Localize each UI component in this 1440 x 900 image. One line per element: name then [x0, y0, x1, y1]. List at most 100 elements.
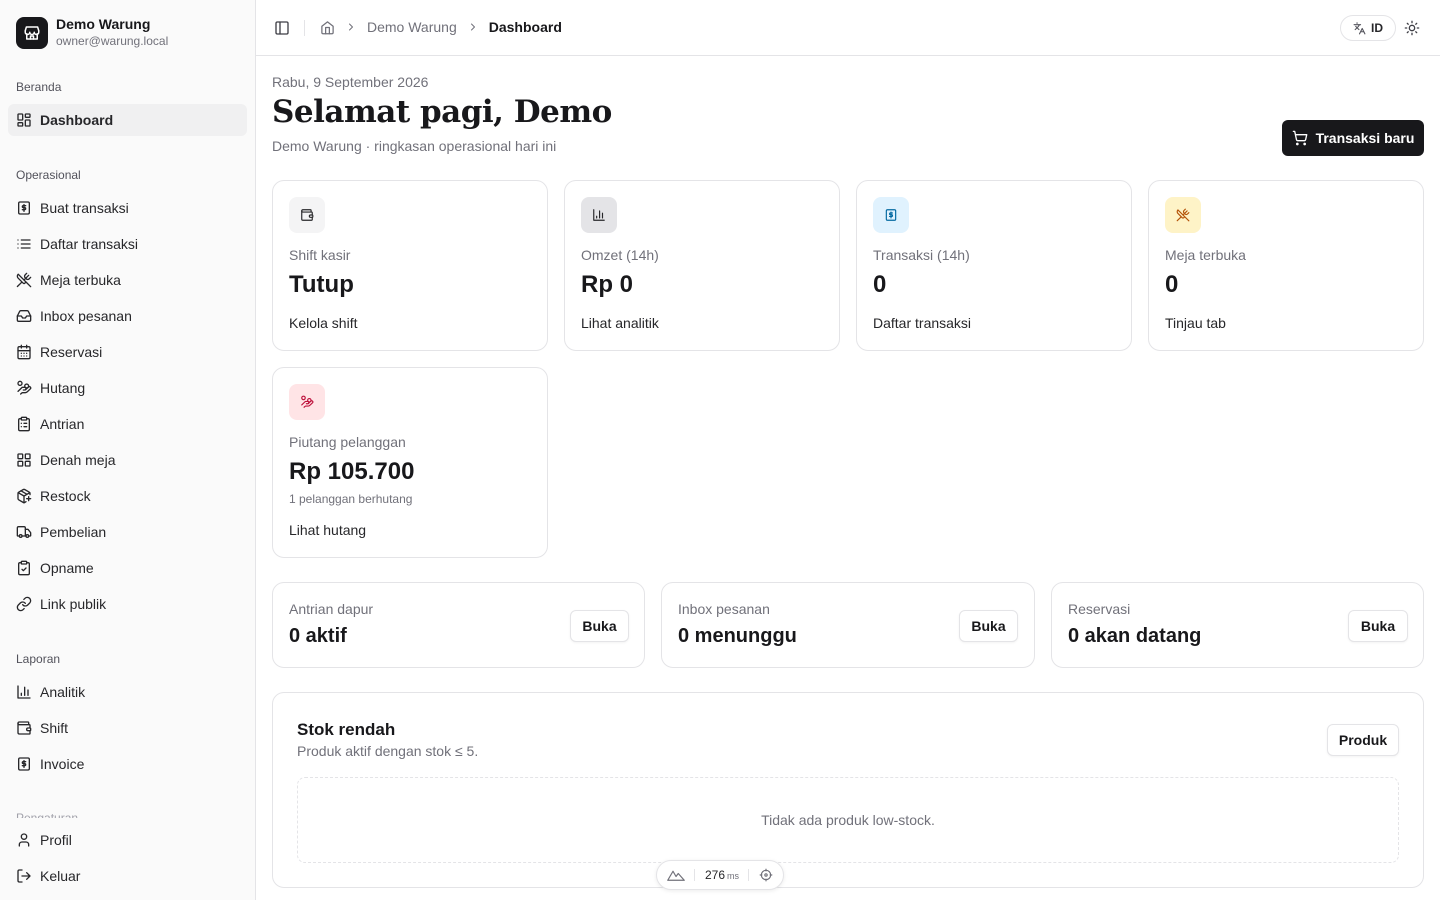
package-plus-icon	[16, 488, 32, 504]
stat-value: Tutup	[289, 271, 354, 298]
sidebar: Demo Warung owner@warung.local Beranda D…	[0, 0, 256, 900]
mini-card-value: 0 aktif	[289, 625, 347, 647]
sidebar-item-label: Profil	[40, 832, 72, 848]
stat-label: Omzet (14h)	[581, 247, 659, 263]
log-out-icon	[16, 868, 32, 884]
user-icon	[16, 832, 32, 848]
open-order-inbox-button[interactable]: Buka	[959, 610, 1018, 642]
panel-left-icon	[274, 20, 290, 36]
clipboard-list-icon	[16, 416, 32, 432]
brand-email: owner@warung.local	[56, 34, 169, 48]
sidebar-item-label: Analitik	[40, 684, 86, 700]
new-transaction-button[interactable]: Transaksi baru	[1282, 120, 1424, 156]
sidebar-item-label: Hutang	[40, 380, 86, 396]
stat-link[interactable]: Lihat analitik	[581, 315, 659, 331]
sidebar-item-pembelian[interactable]: Pembelian	[8, 516, 247, 548]
home-icon[interactable]	[320, 20, 335, 35]
hand-coins-icon	[289, 384, 325, 420]
low-stock-empty-state: Tidak ada produk low-stock.	[297, 777, 1399, 863]
language-button[interactable]: ID	[1340, 15, 1396, 41]
low-stock-description: Produk aktif dengan stok ≤ 5.	[297, 743, 479, 759]
sidebar-toggle-button[interactable]	[272, 18, 292, 38]
stat-card-open-tables[interactable]: Meja terbuka 0 Tinjau tab	[1148, 180, 1424, 351]
breadcrumb-current: Dashboard	[488, 19, 562, 35]
perf-divider	[694, 869, 696, 881]
sidebar-item-buat-transaksi[interactable]: Buat transaksi	[8, 192, 247, 224]
low-stock-card: Stok rendah Produk aktif dengan stok ≤ 5…	[272, 692, 1424, 888]
shopping-cart-icon	[1292, 130, 1308, 146]
theme-toggle-button[interactable]	[1402, 18, 1422, 38]
perf-divider	[748, 869, 750, 881]
stat-card-revenue[interactable]: Omzet (14h) Rp 0 Lihat analitik	[564, 180, 840, 351]
brand[interactable]: Demo Warung owner@warung.local	[16, 16, 168, 49]
receipt-icon	[16, 756, 32, 772]
sidebar-item-label: Denah meja	[40, 452, 116, 468]
stat-link[interactable]: Tinjau tab	[1165, 315, 1226, 331]
sidebar-item-label: Reservasi	[40, 344, 103, 360]
stat-subtext: 1 pelanggan berhutang	[289, 492, 413, 506]
stat-card-receivables[interactable]: Piutang pelanggan Rp 105.700 1 pelanggan…	[272, 367, 548, 558]
stat-label: Shift kasir	[289, 247, 351, 263]
sidebar-item-hutang[interactable]: Hutang	[8, 372, 247, 404]
sidebar-item-profil[interactable]: Profil	[8, 824, 247, 856]
group-label-laporan: Laporan	[16, 652, 61, 666]
store-icon	[16, 16, 48, 49]
layout-grid-icon	[16, 452, 32, 468]
stat-link[interactable]: Daftar transaksi	[873, 315, 971, 331]
sidebar-item-label: Daftar transaksi	[40, 236, 139, 252]
products-button[interactable]: Produk	[1327, 724, 1399, 756]
mini-card-label: Antrian dapur	[289, 601, 374, 617]
top-header: Demo Warung Dashboard ID	[256, 0, 1440, 56]
sidebar-item-invoice[interactable]: Invoice	[8, 748, 247, 780]
language-label: ID	[1371, 21, 1383, 35]
sidebar-item-meja-terbuka[interactable]: Meja terbuka	[8, 264, 247, 296]
page-subtitle: Demo Warung · ringkasan operasional hari…	[272, 138, 557, 154]
sidebar-item-label: Buat transaksi	[40, 200, 129, 216]
sidebar-item-label: Opname	[40, 560, 94, 576]
page-title: Selamat pagi, Demo	[272, 94, 612, 130]
sidebar-item-label: Link publik	[40, 596, 107, 612]
list-icon	[16, 236, 32, 252]
perf-badge[interactable]: 276 ms	[656, 860, 784, 890]
group-label-pengaturan: Pengaturan	[16, 811, 79, 818]
stat-card-shift[interactable]: Shift kasir Tutup Kelola shift	[272, 180, 548, 351]
receipt-icon	[873, 197, 909, 233]
stat-value: Rp 105.700	[289, 458, 415, 485]
stat-card-transactions[interactable]: Transaksi (14h) 0 Daftar transaksi	[856, 180, 1132, 351]
mini-card-value: 0 akan datang	[1068, 625, 1202, 647]
group-label-operasional: Operasional	[16, 168, 81, 182]
sidebar-item-link-publik[interactable]: Link publik	[8, 588, 247, 620]
sidebar-item-label: Dashboard	[40, 112, 114, 128]
sidebar-item-opname[interactable]: Opname	[8, 552, 247, 584]
group-label-beranda: Beranda	[16, 80, 62, 94]
crosshair-icon	[759, 868, 773, 882]
mini-card-order-inbox: Inbox pesanan 0 menunggu Buka	[661, 582, 1035, 668]
stat-label: Transaksi (14h)	[873, 247, 970, 263]
link-icon	[16, 596, 32, 612]
sidebar-item-analitik[interactable]: Analitik	[8, 676, 247, 708]
open-kitchen-queue-button[interactable]: Buka	[570, 610, 629, 642]
open-reservations-button[interactable]: Buka	[1348, 610, 1408, 642]
breadcrumb-link-store[interactable]: Demo Warung	[367, 19, 457, 35]
sidebar-item-daftar-transaksi[interactable]: Daftar transaksi	[8, 228, 247, 260]
mountains-icon	[667, 868, 685, 882]
sidebar-item-antrian[interactable]: Antrian	[8, 408, 247, 440]
sidebar-item-restock[interactable]: Restock	[8, 480, 247, 512]
stat-link[interactable]: Kelola shift	[289, 315, 357, 331]
utensils-crossed-icon	[16, 272, 32, 288]
chevron-right-icon	[467, 21, 479, 33]
sun-icon	[1404, 20, 1420, 36]
receipt-icon	[16, 200, 32, 216]
sidebar-item-dashboard[interactable]: Dashboard	[8, 104, 247, 136]
sidebar-item-shift[interactable]: Shift	[8, 712, 247, 744]
sidebar-item-label: Invoice	[40, 756, 85, 772]
sidebar-item-keluar[interactable]: Keluar	[8, 860, 247, 892]
languages-icon	[1353, 22, 1366, 35]
truck-icon	[16, 524, 32, 540]
bar-chart-icon	[16, 684, 32, 700]
wallet-icon	[289, 197, 325, 233]
sidebar-item-denah-meja[interactable]: Denah meja	[8, 444, 247, 476]
sidebar-item-inbox-pesanan[interactable]: Inbox pesanan	[8, 300, 247, 332]
sidebar-item-reservasi[interactable]: Reservasi	[8, 336, 247, 368]
stat-link[interactable]: Lihat hutang	[289, 522, 366, 538]
